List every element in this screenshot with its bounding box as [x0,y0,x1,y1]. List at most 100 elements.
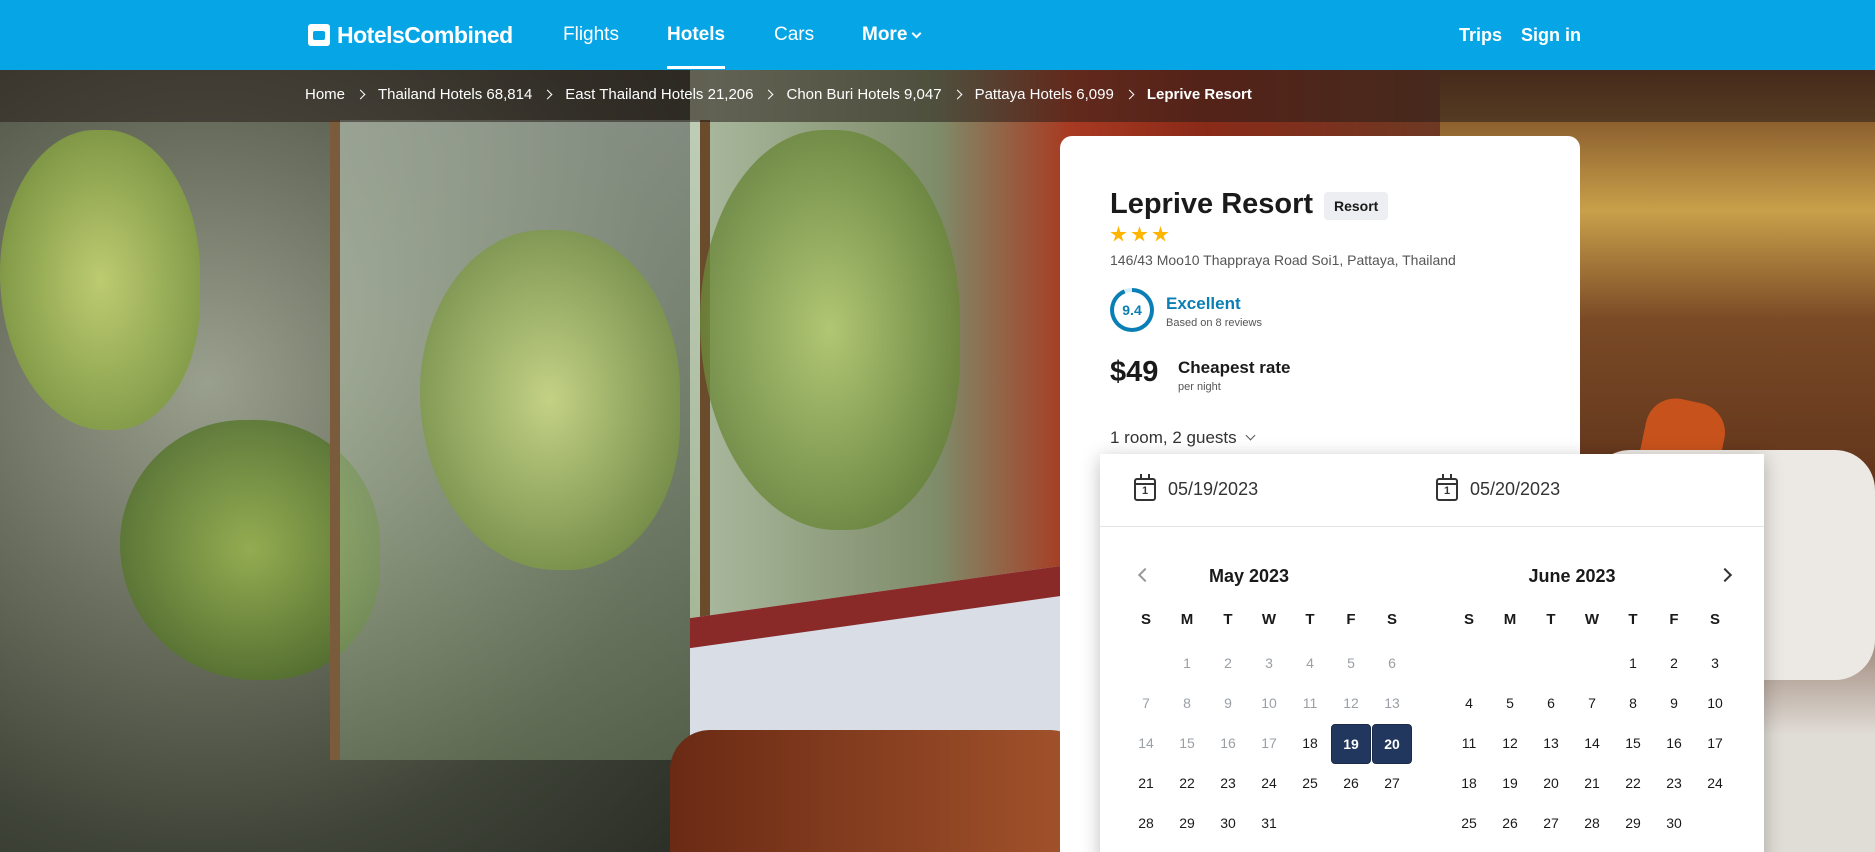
calendar-day[interactable]: 21 [1572,764,1612,804]
empty-day-cell [1531,644,1571,684]
date-inputs: 05/19/2023 05/20/2023 [1100,454,1764,527]
date-picker: 05/19/2023 05/20/2023 May 2023 S M T W T F S 1… [1100,454,1764,852]
nav-hotels[interactable]: Hotels [667,20,725,50]
checkout-date-field[interactable]: 05/20/2023 [1436,474,1560,501]
calendar-day[interactable]: 2 [1654,644,1694,684]
empty-day-cell [1449,644,1489,684]
review-score-label[interactable]: Excellent [1166,294,1241,314]
logo-icon [308,24,330,46]
calendar-day[interactable]: 18 [1290,724,1330,764]
weekday-label: T [1223,611,1233,628]
checkin-date-field[interactable]: 05/19/2023 [1134,474,1258,501]
weekday-header: SMTWTFS [1449,604,1720,636]
breadcrumb-country[interactable]: Thailand Hotels 68,814 [378,86,532,103]
active-tab-indicator [667,66,725,69]
calendar-day[interactable]: 31 [1249,804,1289,844]
review-score-ring[interactable]: 9.4 [1110,288,1154,332]
calendar-day[interactable]: 26 [1331,764,1371,804]
breadcrumb-home[interactable]: Home [305,86,345,103]
calendar-day[interactable]: 14 [1572,724,1612,764]
calendar-day[interactable]: 19 [1490,764,1530,804]
calendar-day[interactable]: 27 [1531,804,1571,844]
calendar-day[interactable]: 30 [1208,804,1248,844]
breadcrumb-city[interactable]: Pattaya Hotels 6,099 [975,86,1114,103]
calendar-day: 9 [1224,695,1232,711]
breadcrumb-current: Leprive Resort [1146,86,1252,103]
calendar-day[interactable]: 8 [1613,684,1653,724]
chevron-right-icon [355,89,366,100]
calendar-day[interactable]: 12 [1490,724,1530,764]
calendar-day[interactable]: 22 [1167,764,1207,804]
calendar-day[interactable]: 11 [1449,724,1489,764]
selected-day[interactable]: 20 [1372,724,1412,764]
calendar-day[interactable]: 27 [1372,764,1412,804]
chevron-down-icon [911,28,922,39]
weekday-label: S [1140,611,1151,628]
calendar-day: 3 [1265,655,1273,671]
calendar-day[interactable]: 18 [1449,764,1489,804]
calendar-day[interactable]: 30 [1654,804,1694,844]
top-navigation: HotelsCombined Flights Hotels Cars More … [0,0,1875,70]
next-month-icon[interactable] [1717,567,1733,583]
calendar-day[interactable]: 29 [1167,804,1207,844]
month-title: June 2023 [1528,566,1616,586]
nav-trips[interactable]: Trips [1459,20,1502,50]
calendar-day: 2 [1224,655,1232,671]
weekday-label: M [1503,611,1517,628]
weekday-label: T [1546,611,1556,628]
calendar-day: 7 [1142,695,1150,711]
calendar-day[interactable]: 28 [1126,804,1166,844]
chevron-right-icon [542,89,553,100]
calendar-day[interactable]: 17 [1695,724,1735,764]
calendar-day[interactable]: 16 [1654,724,1694,764]
property-type-badge: Resort [1324,192,1389,220]
calendar-day[interactable]: 25 [1449,804,1489,844]
star-icon [1110,226,1127,242]
weekday-label: S [1386,611,1397,628]
calendar-day[interactable]: 26 [1490,804,1530,844]
breadcrumb-region[interactable]: East Thailand Hotels 21,206 [565,86,753,103]
calendar-day[interactable]: 23 [1654,764,1694,804]
hotel-name: Leprive Resort [1110,188,1314,220]
weekday-label: T [1628,611,1638,628]
empty-day-cell [1695,804,1735,844]
calendar-day[interactable]: 22 [1613,764,1653,804]
calendar-day[interactable]: 3 [1695,644,1735,684]
nav-cars[interactable]: Cars [774,20,814,50]
brand-logo[interactable]: HotelsCombined [308,20,513,50]
calendar-day[interactable]: 13 [1531,724,1571,764]
calendar-day[interactable]: 5 [1490,684,1530,724]
nav-sign-in[interactable]: Sign in [1521,20,1581,50]
calendar-day: 6 [1388,655,1396,671]
calendar-day[interactable]: 20 [1531,764,1571,804]
calendar-day[interactable]: 23 [1208,764,1248,804]
calendar-day[interactable]: 29 [1613,804,1653,844]
calendar-day[interactable]: 21 [1126,764,1166,804]
rooms-guests-selector[interactable]: 1 room, 2 guests [1110,428,1256,448]
nav-more-label: More [862,24,908,45]
breadcrumb-province[interactable]: Chon Buri Hotels 9,047 [786,86,941,103]
calendar-day[interactable]: 4 [1449,684,1489,724]
calendar-day[interactable]: 9 [1654,684,1694,724]
calendar-day[interactable]: 1 [1613,644,1653,684]
calendar-day[interactable]: 10 [1695,684,1735,724]
plant [700,130,960,530]
empty-day-cell [1290,804,1330,844]
calendar-day[interactable]: 24 [1249,764,1289,804]
bed-frame [670,730,1090,852]
calendar-day[interactable]: 6 [1531,684,1571,724]
review-count: Based on 8 reviews [1166,317,1262,329]
calendar-day[interactable]: 7 [1572,684,1612,724]
nav-more[interactable]: More [862,20,922,50]
calendar-day[interactable]: 24 [1695,764,1735,804]
review-score: 9.4 [1114,292,1150,328]
weekday-label: F [1669,611,1679,628]
selected-day[interactable]: 19 [1331,724,1371,764]
nav-flights[interactable]: Flights [563,20,619,50]
calendar-day[interactable]: 15 [1613,724,1653,764]
empty-day-cell [1490,644,1530,684]
calendar-day[interactable]: 25 [1290,764,1330,804]
calendar-day: 4 [1306,655,1314,671]
calendar-day[interactable]: 28 [1572,804,1612,844]
calendar-day: 10 [1261,695,1277,711]
